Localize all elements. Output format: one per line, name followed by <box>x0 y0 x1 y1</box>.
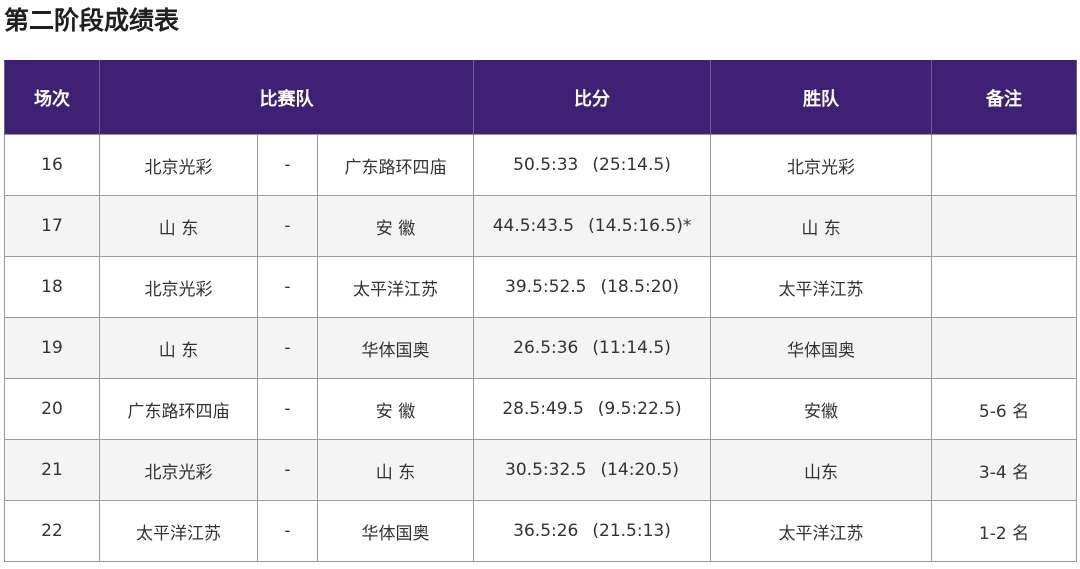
round-cell: 20 <box>4 378 100 440</box>
table-row: 21 北京光彩 - 山 东 30.5:32.5 (14:20.5) 山东 3-4 … <box>4 439 1078 501</box>
round-cell: 19 <box>4 317 100 379</box>
round-cell: 21 <box>4 439 100 501</box>
round-cell: 22 <box>4 500 100 562</box>
score-halves: (11:14.5) <box>592 338 671 358</box>
score-halves: (9.5:22.5) <box>597 399 682 419</box>
winner-cell: 山东 <box>710 439 933 501</box>
team-b-cell: 华体国奥 <box>316 500 475 562</box>
table-row: 18 北京光彩 - 太平洋江苏 39.5:52.5 (18.5:20) 太平洋江苏 <box>4 256 1078 318</box>
table-row: 19 山 东 - 华体国奥 26.5:36 (11:14.5) 华体国奥 <box>4 317 1078 379</box>
score-halves: (25:14.5) <box>592 155 671 175</box>
score-cell: 39.5:52.5 (18.5:20) <box>473 256 712 318</box>
header-winner: 胜队 <box>710 60 933 135</box>
vs-cell: - <box>257 439 318 501</box>
vs-cell: - <box>257 195 318 257</box>
round-cell: 16 <box>4 134 100 196</box>
team-b-cell: 山 东 <box>316 439 475 501</box>
note-cell <box>931 317 1078 379</box>
winner-cell: 安徽 <box>710 378 933 440</box>
winner-cell: 太平洋江苏 <box>710 500 933 562</box>
score-points: 30.5:32.5 <box>505 460 587 480</box>
vs-cell: - <box>257 500 318 562</box>
winner-cell: 太平洋江苏 <box>710 256 933 318</box>
winner-cell: 山 东 <box>710 195 933 257</box>
team-a-cell: 广东路环四庙 <box>99 378 258 440</box>
note-cell: 5-6 名 <box>931 378 1078 440</box>
team-b-cell: 广东路环四庙 <box>316 134 475 196</box>
winner-cell: 华体国奥 <box>710 317 933 379</box>
note-cell <box>931 195 1078 257</box>
vs-cell: - <box>257 378 318 440</box>
round-cell: 18 <box>4 256 100 318</box>
winner-cell: 北京光彩 <box>710 134 933 196</box>
score-points: 26.5:36 <box>513 338 579 358</box>
note-cell: 3-4 名 <box>931 439 1078 501</box>
score-cell: 26.5:36 (11:14.5) <box>473 317 712 379</box>
results-table: 场次 比赛队 比分 胜队 备注 16 北京光彩 - 广东路环四庙 50.5:33… <box>4 60 1078 562</box>
page-title: 第二阶段成绩表 <box>4 6 180 35</box>
score-points: 28.5:49.5 <box>502 399 584 419</box>
header-note: 备注 <box>931 60 1078 135</box>
score-points: 36.5:26 <box>513 521 579 541</box>
team-a-cell: 北京光彩 <box>99 439 258 501</box>
team-a-cell: 北京光彩 <box>99 134 258 196</box>
score-cell: 44.5:43.5 (14.5:16.5)* <box>473 195 712 257</box>
team-b-cell: 华体国奥 <box>316 317 475 379</box>
team-a-cell: 北京光彩 <box>99 256 258 318</box>
table-row: 20 广东路环四庙 - 安 徽 28.5:49.5 (9.5:22.5) 安徽 5… <box>4 378 1078 440</box>
team-a-cell: 山 东 <box>99 195 258 257</box>
score-halves: (18.5:20) <box>600 277 679 297</box>
score-cell: 36.5:26 (21.5:13) <box>473 500 712 562</box>
header-teams: 比赛队 <box>98 60 475 135</box>
score-points: 39.5:52.5 <box>505 277 587 297</box>
team-b-cell: 太平洋江苏 <box>316 256 475 318</box>
note-cell <box>931 134 1078 196</box>
table-row: 16 北京光彩 - 广东路环四庙 50.5:33 (25:14.5) 北京光彩 <box>4 134 1078 196</box>
score-points: 50.5:33 <box>513 155 579 175</box>
note-cell: 1-2 名 <box>931 500 1078 562</box>
score-halves: (21.5:13) <box>592 521 671 541</box>
vs-cell: - <box>257 317 318 379</box>
vs-cell: - <box>257 134 318 196</box>
score-halves: (14.5:16.5)* <box>588 216 692 236</box>
header-row: 场次 比赛队 比分 胜队 备注 <box>4 60 1078 135</box>
vs-cell: - <box>257 256 318 318</box>
team-a-cell: 太平洋江苏 <box>99 500 258 562</box>
score-cell: 28.5:49.5 (9.5:22.5) <box>473 378 712 440</box>
note-cell <box>931 256 1078 318</box>
team-a-cell: 山 东 <box>99 317 258 379</box>
score-points: 44.5:43.5 <box>492 216 575 236</box>
score-cell: 50.5:33 (25:14.5) <box>473 134 712 196</box>
table-row: 17 山 东 - 安 徽 44.5:43.5 (14.5:16.5)* 山 东 <box>4 195 1078 257</box>
team-b-cell: 安 徽 <box>316 378 475 440</box>
team-b-cell: 安 徽 <box>316 195 475 257</box>
header-round: 场次 <box>4 60 100 135</box>
header-score: 比分 <box>473 60 712 135</box>
table-row: 22 太平洋江苏 - 华体国奥 36.5:26 (21.5:13) 太平洋江苏 1… <box>4 500 1078 562</box>
score-cell: 30.5:32.5 (14:20.5) <box>473 439 712 501</box>
score-halves: (14:20.5) <box>600 460 679 480</box>
round-cell: 17 <box>4 195 100 257</box>
